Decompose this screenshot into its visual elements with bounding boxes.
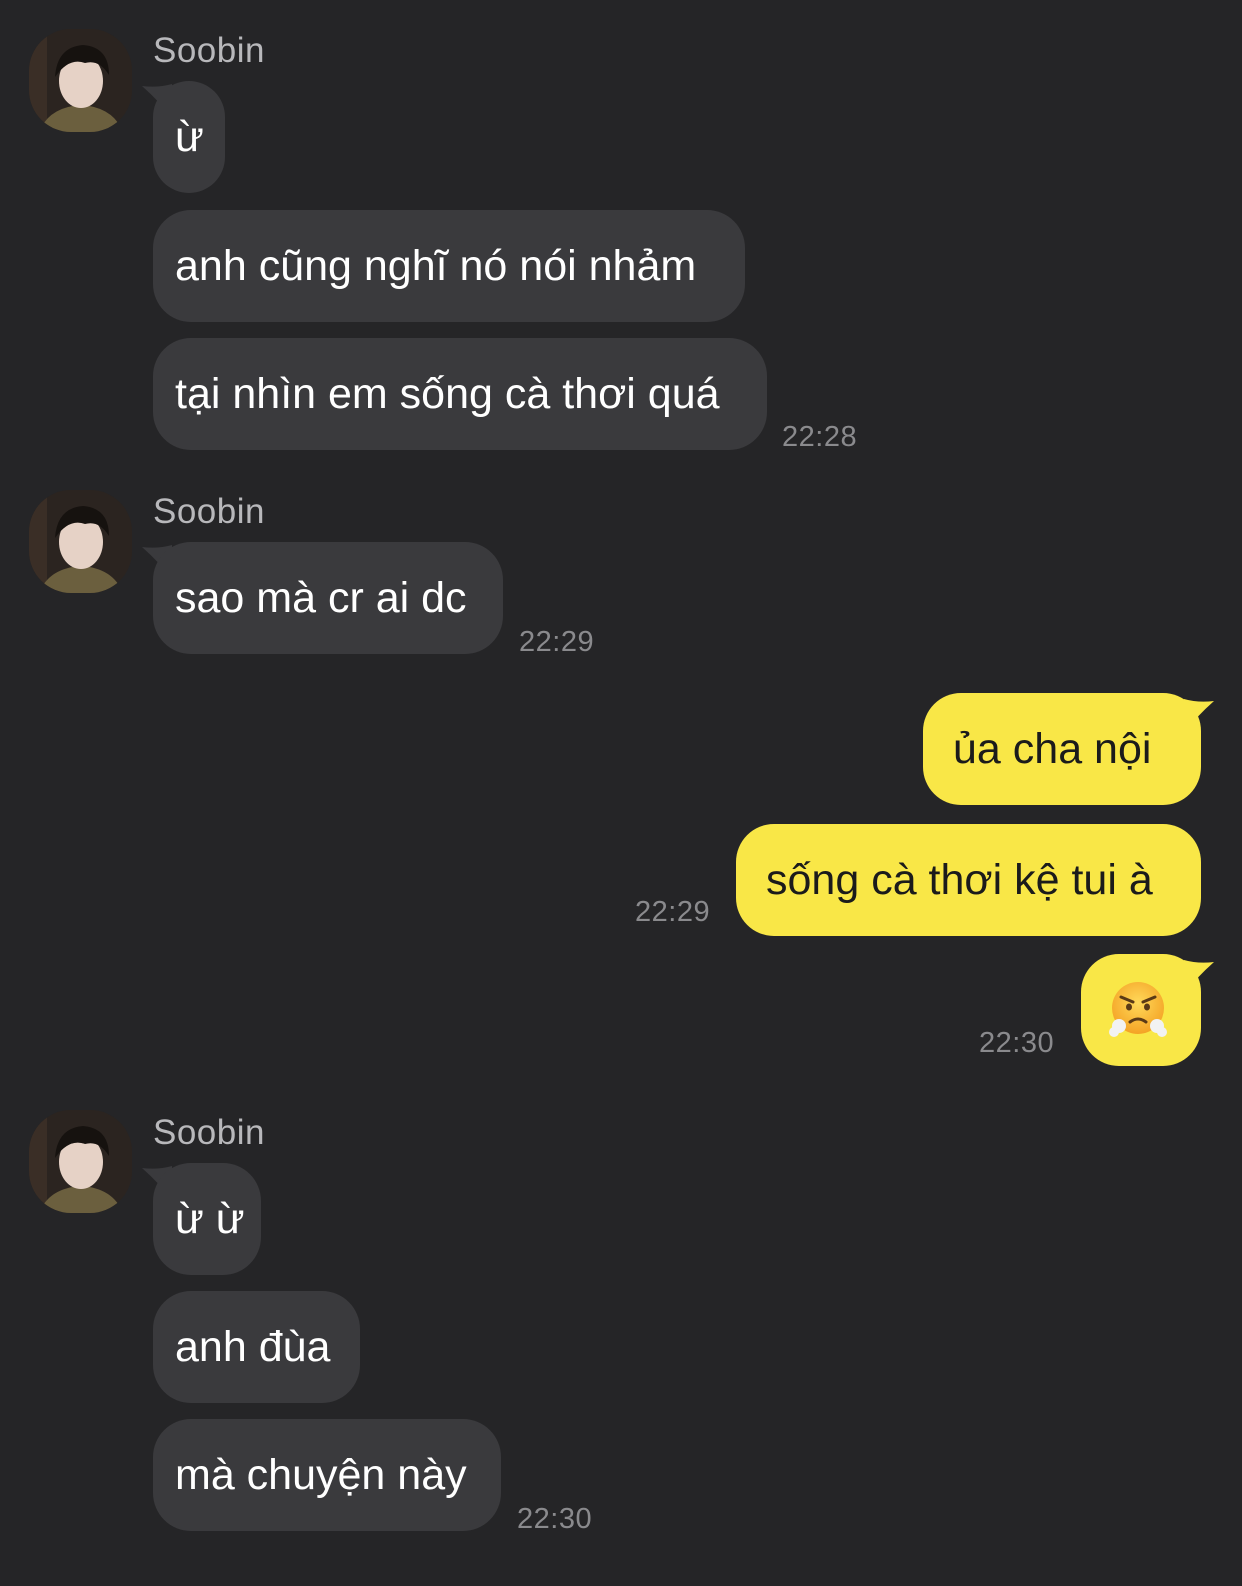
message-timestamp: 22:28	[782, 421, 858, 453]
message-bubble[interactable]: ủa cha nội	[923, 693, 1201, 805]
sender-name: Soobin	[153, 492, 265, 531]
sender-name: Soobin	[153, 1113, 265, 1152]
message-timestamp: 22:30	[979, 1027, 1055, 1059]
message-bubble[interactable]: ừ	[153, 81, 225, 193]
sender-name: Soobin	[153, 31, 265, 70]
message-bubble[interactable]: anh đùa	[153, 1291, 360, 1403]
message-timestamp: 22:30	[517, 1503, 593, 1535]
message-bubble[interactable]: tại nhìn em sống cà thơi quá	[153, 338, 767, 450]
message-bubble[interactable]: mà chuyện này	[153, 1419, 501, 1531]
message-bubble[interactable]: anh cũng nghĩ nó nói nhảm	[153, 210, 745, 322]
message-bubble[interactable]: sống cà thơi kệ tui à	[736, 824, 1201, 936]
sender-avatar[interactable]	[29, 490, 132, 593]
message-timestamp: 22:29	[519, 626, 595, 658]
message-bubble[interactable]: ừ ừ	[153, 1163, 261, 1275]
message-timestamp: 22:29	[635, 896, 711, 928]
sender-avatar[interactable]	[29, 29, 132, 132]
message-bubble[interactable]: sao mà cr ai dc	[153, 542, 503, 654]
face-with-steam-from-nose-icon	[1109, 982, 1167, 1037]
sender-avatar[interactable]	[29, 1110, 132, 1213]
emoji-message-bubble[interactable]	[1081, 954, 1201, 1066]
